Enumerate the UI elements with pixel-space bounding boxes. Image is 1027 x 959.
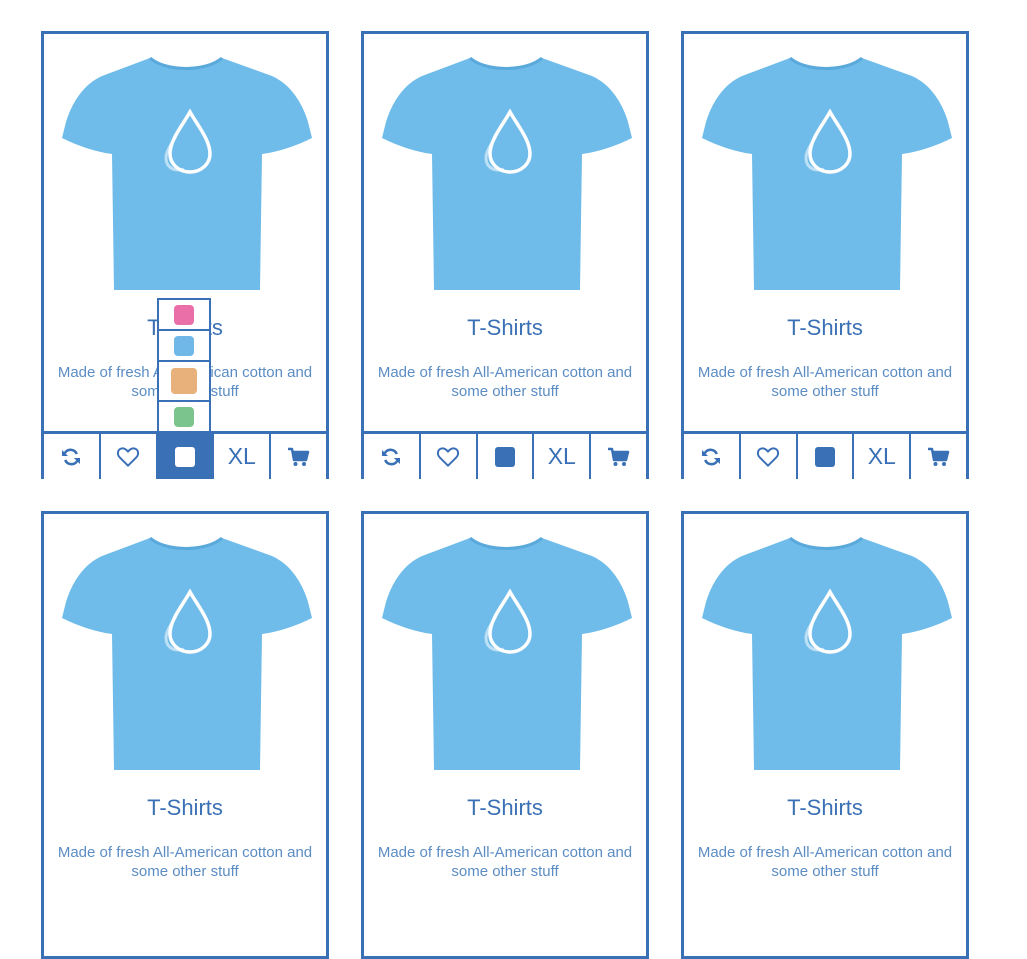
product-toolbar: XL — [364, 431, 646, 479]
product-description: Made of fresh All-American cotton and so… — [377, 364, 633, 400]
tshirt-image — [698, 530, 954, 778]
refresh-icon — [699, 445, 723, 469]
tshirt-image — [378, 530, 634, 778]
product-toolbar: XL — [684, 431, 966, 479]
color-button[interactable] — [157, 434, 215, 479]
color-swatch-icon — [814, 446, 835, 467]
size-label: XL — [547, 443, 576, 469]
cart-icon — [927, 445, 951, 469]
add-to-cart-button[interactable] — [271, 434, 326, 479]
favorite-button[interactable] — [100, 434, 158, 479]
size-button[interactable]: XL — [854, 434, 912, 479]
color-dot — [174, 406, 194, 427]
product-title: T-Shirts — [787, 795, 863, 820]
color-button[interactable] — [477, 434, 535, 479]
add-to-cart-button[interactable] — [911, 434, 966, 479]
heart-icon — [115, 444, 141, 470]
product-card: T-Shirts Made of fresh All-American cott… — [681, 31, 969, 479]
product-card: T-Shirts Made of fresh All-American cott… — [681, 511, 969, 959]
favorite-button[interactable] — [740, 434, 798, 479]
color-option-blue[interactable] — [157, 329, 211, 360]
refresh-button[interactable] — [44, 434, 101, 479]
product-card: T-Shirts Made of fresh All-American cott… — [361, 31, 649, 479]
cart-icon — [287, 445, 311, 469]
color-dot — [171, 368, 197, 394]
heart-icon — [435, 444, 461, 470]
product-card: T-Shirts Made of fresh All-American cott… — [41, 511, 329, 959]
product-title: T-Shirts — [467, 795, 543, 820]
product-description: Made of fresh All-American cotton and so… — [57, 844, 313, 880]
color-option-orange[interactable] — [157, 360, 211, 400]
color-swatch-icon — [174, 446, 195, 467]
tshirt-image — [58, 530, 314, 778]
color-dot — [174, 304, 194, 325]
color-option-pink[interactable] — [157, 298, 211, 329]
color-swatch-icon — [494, 446, 515, 467]
refresh-icon — [59, 445, 83, 469]
size-button[interactable]: XL — [214, 434, 272, 479]
product-title: T-Shirts — [467, 315, 543, 340]
refresh-button[interactable] — [684, 434, 741, 479]
cart-icon — [607, 445, 631, 469]
size-label: XL — [227, 443, 256, 469]
tshirt-image — [698, 50, 954, 298]
color-button[interactable] — [797, 434, 855, 479]
tshirt-image — [58, 50, 314, 298]
product-title: T-Shirts — [147, 795, 223, 820]
product-description: Made of fresh All-American cotton and so… — [377, 844, 633, 880]
product-toolbar: XL — [44, 431, 326, 479]
size-label: XL — [867, 443, 896, 469]
color-dot — [174, 335, 194, 356]
product-description: Made of fresh All-American cotton and so… — [697, 364, 953, 400]
product-card: T-Shirts Made of fresh All-American cott… — [361, 511, 649, 959]
size-button[interactable]: XL — [534, 434, 592, 479]
tshirt-image — [378, 50, 634, 298]
refresh-icon — [379, 445, 403, 469]
add-to-cart-button[interactable] — [591, 434, 646, 479]
product-title: T-Shirts — [787, 315, 863, 340]
favorite-button[interactable] — [420, 434, 478, 479]
color-picker-popup — [157, 298, 211, 433]
product-description: Made of fresh All-American cotton and so… — [697, 844, 953, 880]
heart-icon — [755, 444, 781, 470]
color-option-green[interactable] — [157, 400, 211, 433]
refresh-button[interactable] — [364, 434, 421, 479]
